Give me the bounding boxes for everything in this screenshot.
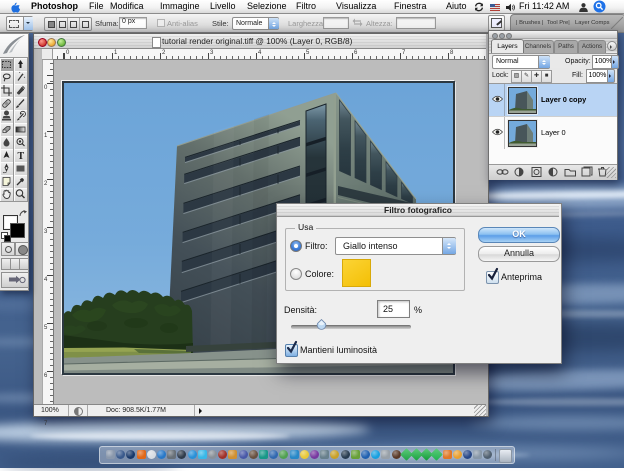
svg-text:T: T [17,151,24,162]
